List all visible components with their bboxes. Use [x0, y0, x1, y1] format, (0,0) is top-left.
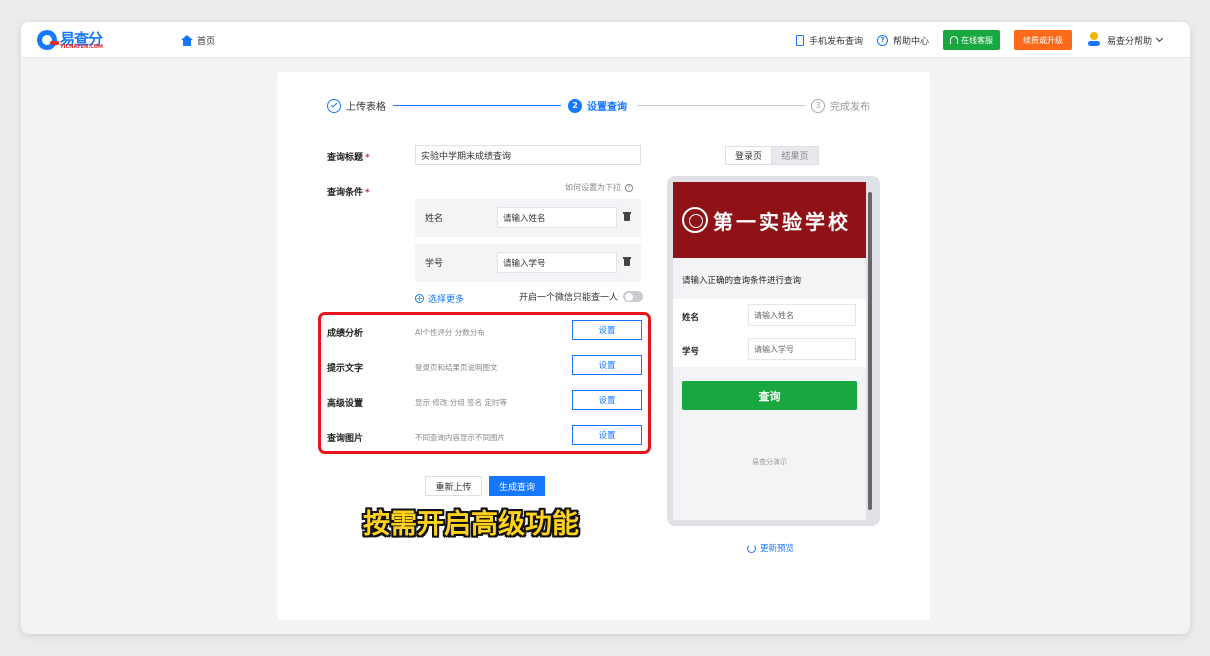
step-connector-done — [393, 105, 561, 106]
preview-scrollbar[interactable] — [868, 184, 873, 520]
setup-card: 上传表格 2 设置查询 3 完成发布 查询标题 * 实验中学期末成绩查询 查询条件… — [277, 72, 930, 620]
headset-icon — [949, 36, 958, 44]
step-settings: 2 设置查询 — [568, 98, 627, 113]
school-name: 第一实验学校 — [713, 210, 851, 234]
generate-query-button[interactable]: 生成查询 — [489, 476, 545, 496]
condition-placeholder-input[interactable]: 请输入学号 — [497, 252, 617, 273]
trash-icon[interactable] — [623, 212, 631, 221]
plus-circle-icon: + — [415, 293, 424, 303]
nav-help-center-label: 帮助中心 — [892, 36, 929, 47]
step-publish-label: 完成发布 — [830, 102, 870, 113]
condition-placeholder-input[interactable]: 请输入姓名 — [497, 207, 617, 228]
phone-preview: 第一实验学校 请输入正确的查询条件进行查询 姓名 请输入姓名 学号 请输入学号 … — [667, 176, 880, 526]
logo-subtext: YICHAFEN.COM — [60, 44, 104, 50]
step-settings-number: 2 — [568, 98, 582, 113]
phone-screen: 第一实验学校 请输入正确的查询条件进行查询 姓名 请输入姓名 学号 请输入学号 … — [673, 182, 866, 520]
trash-icon[interactable] — [623, 257, 631, 266]
step-upload: 上传表格 — [327, 98, 386, 113]
user-avatar-icon — [1086, 32, 1102, 48]
option-label-advanced: 高级设置 — [327, 399, 364, 409]
condition-row: 姓名 请输入姓名 — [415, 199, 641, 237]
app-window: 易查分 YICHAFEN.COM 首页 手机发布查询 ? 帮助中心 在线客服 续… — [21, 22, 1190, 634]
home-icon — [181, 34, 193, 46]
query-title-label: 查询标题 * — [327, 153, 370, 163]
images-settings-button[interactable]: 设置 — [572, 425, 642, 445]
wechat-limit-setting: 开启一个微信只能查一人 — [519, 290, 644, 303]
condition-name: 姓名 — [425, 214, 444, 224]
question-icon: ? — [625, 183, 633, 192]
tips-settings-button[interactable]: 设置 — [572, 355, 642, 375]
preview-field-row: 姓名 请输入姓名 — [673, 299, 866, 333]
advanced-settings-button[interactable]: 设置 — [572, 390, 642, 410]
preview-field-label: 姓名 — [682, 313, 700, 323]
nav-home[interactable]: 首页 — [181, 33, 215, 47]
step-upload-label: 上传表格 — [346, 102, 386, 113]
online-support-button[interactable]: 在线客服 — [942, 30, 1000, 50]
select-more-button[interactable]: + 选择更多 — [415, 292, 464, 305]
user-menu[interactable]: 易查分帮助 — [1086, 32, 1164, 48]
chevron-down-icon — [1155, 34, 1164, 43]
logo-icon — [37, 30, 59, 50]
option-desc-analysis: AI个性评分 分数分布 — [415, 328, 485, 337]
preview-name-input[interactable]: 请输入姓名 — [748, 304, 856, 326]
school-seal-icon — [682, 207, 708, 233]
option-label-analysis: 成绩分析 — [327, 329, 364, 339]
tab-login-page[interactable]: 登录页 — [725, 146, 772, 165]
query-title-input[interactable]: 实验中学期末成绩查询 — [415, 145, 641, 165]
option-desc-tips: 登录页和结果页说明图文 — [415, 363, 498, 372]
option-label-images: 查询图片 — [327, 434, 364, 444]
question-icon: ? — [876, 34, 888, 46]
option-desc-images: 不同查询内容显示不同图片 — [415, 433, 505, 442]
school-banner: 第一实验学校 — [673, 182, 866, 258]
refresh-icon — [747, 543, 756, 553]
nav-mobile-publish[interactable]: 手机发布查询 — [795, 34, 863, 47]
caption-overlay: 按需开启高级功能 — [363, 509, 579, 540]
wechat-limit-label: 开启一个微信只能查一人 — [519, 293, 619, 303]
nav-help-center[interactable]: ? 帮助中心 — [876, 34, 929, 47]
renew-upgrade-button[interactable]: 续费或升级 — [1013, 30, 1072, 50]
mobile-phone-icon — [795, 34, 804, 46]
online-support-label: 在线客服 — [960, 35, 993, 45]
check-icon — [327, 98, 341, 113]
scrollbar-thumb[interactable] — [868, 192, 872, 510]
preview-field-label: 学号 — [682, 347, 700, 357]
preview-footer: 易查分演示 — [752, 458, 787, 466]
nav-right-group: 手机发布查询 ? 帮助中心 在线客服 续费或升级 易查分帮助 — [795, 30, 1164, 50]
nav-mobile-publish-label: 手机发布查询 — [808, 36, 863, 47]
dropdown-help-link[interactable]: 如何设置为下拉 ? — [565, 182, 633, 193]
wechat-limit-toggle[interactable] — [623, 291, 644, 302]
step-connector-todo — [637, 105, 805, 106]
yichafen-logo[interactable]: 易查分 YICHAFEN.COM — [37, 28, 109, 52]
option-label-tips: 提示文字 — [327, 364, 364, 374]
user-menu-label: 易查分帮助 — [1106, 36, 1152, 47]
top-navigation-bar: 易查分 YICHAFEN.COM 首页 手机发布查询 ? 帮助中心 在线客服 续… — [21, 22, 1190, 58]
query-conditions-label: 查询条件 * — [327, 188, 370, 198]
condition-name: 学号 — [425, 259, 444, 269]
preview-field-row: 学号 请输入学号 — [673, 333, 866, 367]
nav-home-label: 首页 — [197, 36, 216, 47]
step-publish: 3 完成发布 — [811, 98, 870, 113]
reupload-button[interactable]: 重新上传 — [425, 476, 482, 496]
preview-id-input[interactable]: 请输入学号 — [748, 338, 856, 360]
preview-prompt: 请输入正确的查询条件进行查询 — [682, 276, 802, 286]
progress-steps: 上传表格 2 设置查询 3 完成发布 — [327, 98, 872, 114]
option-desc-advanced: 显示 修改 分组 签名 定时等 — [415, 398, 508, 407]
step-publish-number: 3 — [811, 98, 825, 113]
tab-result-page[interactable]: 结果页 — [772, 146, 819, 165]
step-settings-label: 设置查询 — [587, 102, 627, 113]
preview-query-button[interactable]: 查询 — [682, 381, 857, 410]
condition-row: 学号 请输入学号 — [415, 244, 641, 282]
analysis-settings-button[interactable]: 设置 — [572, 320, 642, 340]
preview-tabs: 登录页 结果页 — [725, 146, 819, 165]
refresh-preview-button[interactable]: 更新预览 — [747, 542, 794, 554]
